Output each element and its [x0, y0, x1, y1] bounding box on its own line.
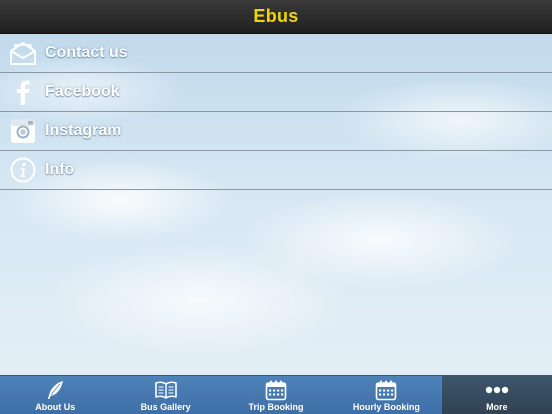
tab-label: About Us: [35, 402, 76, 412]
menu-item-instagram[interactable]: Instagram: [0, 112, 552, 151]
more-dots-icon: [485, 379, 509, 401]
menu-item-contact-us[interactable]: Contact us: [0, 34, 552, 73]
info-icon: [9, 156, 37, 184]
tab-label: Hourly Booking: [352, 402, 420, 412]
book-icon: [154, 379, 178, 401]
tab-label: Bus Gallery: [140, 402, 191, 412]
menu-item-facebook[interactable]: Facebook: [0, 73, 552, 112]
tab-hourly-booking[interactable]: Hourly Booking: [331, 376, 441, 414]
facebook-icon: [9, 78, 37, 106]
tab-label: Trip Booking: [248, 402, 304, 412]
tab-bus-gallery[interactable]: Bus Gallery: [110, 376, 220, 414]
app-screen: Ebus Contact us Facebook Instagram Info …: [0, 0, 552, 414]
menu-item-info[interactable]: Info: [0, 151, 552, 190]
instagram-icon: [9, 117, 37, 145]
menu-item-label: Facebook: [45, 83, 120, 100]
page-title: Ebus: [253, 6, 299, 26]
navigation-header: Ebus: [0, 0, 552, 34]
quill-icon: [45, 379, 65, 401]
menu-item-label: Info: [45, 161, 75, 178]
tab-trip-booking[interactable]: Trip Booking: [221, 376, 331, 414]
calendar-icon: [375, 379, 397, 401]
bottom-tab-bar: About Us Bus Gallery Trip Booking Hourly…: [0, 375, 552, 414]
menu-item-label: Instagram: [45, 122, 122, 139]
tab-label: More: [486, 402, 508, 412]
tab-more[interactable]: More: [441, 376, 552, 414]
envelope-icon: [9, 39, 37, 67]
tab-about-us[interactable]: About Us: [0, 376, 110, 414]
menu-item-label: Contact us: [45, 44, 128, 61]
more-menu-list: Contact us Facebook Instagram Info: [0, 34, 552, 190]
calendar-icon: [265, 379, 287, 401]
